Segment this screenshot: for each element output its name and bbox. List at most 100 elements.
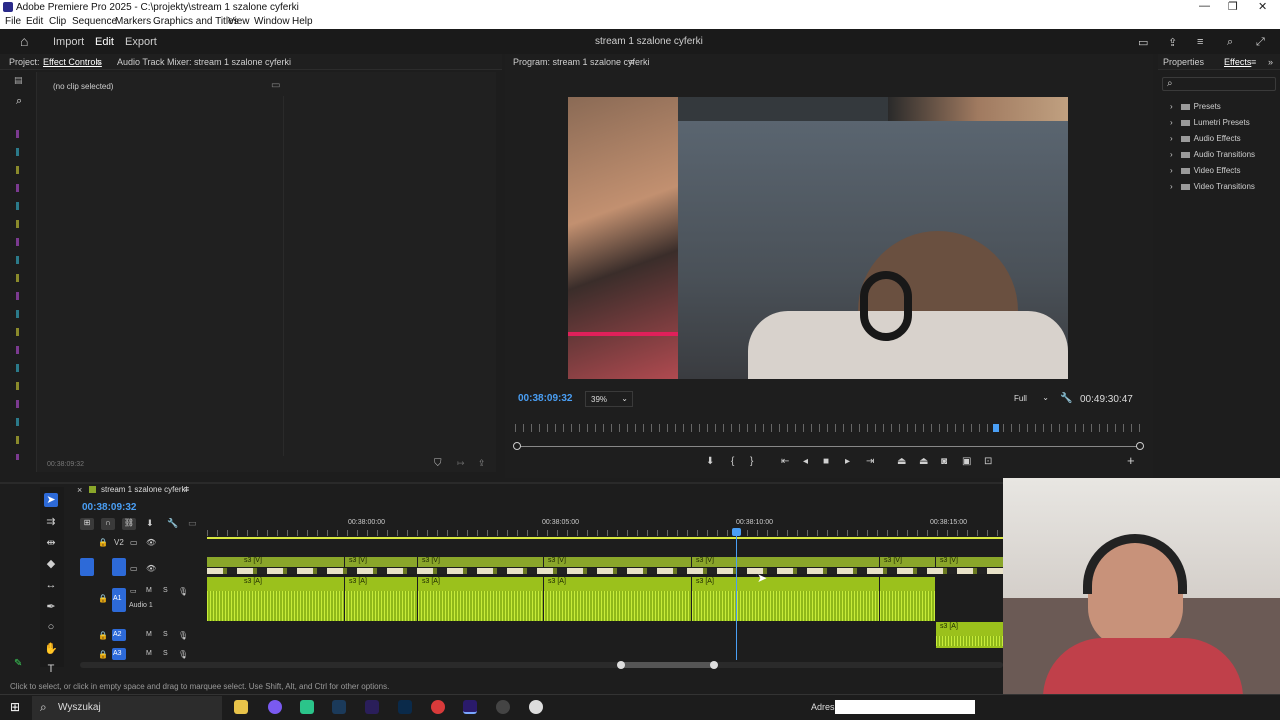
mark-out-icon[interactable]: } xyxy=(750,456,753,467)
share-icon[interactable]: ⇪ xyxy=(1168,36,1177,49)
video-clip[interactable]: s3 [V] xyxy=(692,557,879,567)
snap-icon[interactable]: ∩ xyxy=(101,518,115,530)
extract-icon[interactable]: ⏏ xyxy=(919,456,928,467)
lock-icon[interactable]: 🔒 xyxy=(98,538,108,547)
menu-view[interactable]: View xyxy=(228,16,250,27)
track-a2-label[interactable]: A2 xyxy=(112,629,126,641)
eye-icon[interactable]: 👁 xyxy=(146,538,156,547)
go-to-out-icon[interactable]: ⇥ xyxy=(866,456,874,467)
hand-tool-icon[interactable]: ✋ xyxy=(44,642,58,656)
panel-menu-icon[interactable]: ≡ xyxy=(184,484,189,494)
program-scrollbar[interactable] xyxy=(515,446,1142,447)
tree-video-transitions[interactable]: › Video Transitions xyxy=(1170,182,1255,191)
scroll-handle-left[interactable] xyxy=(513,442,521,450)
audio-mixer-tab[interactable]: Audio Track Mixer: stream 1 szalone cyfe… xyxy=(117,57,291,67)
camera-icon[interactable]: ◙ xyxy=(941,456,947,467)
selection-tool-icon[interactable]: ➤ xyxy=(44,493,58,507)
pencil-icon[interactable]: ✎ xyxy=(14,658,22,669)
mute-button[interactable]: M xyxy=(146,587,152,594)
steam-icon[interactable] xyxy=(332,700,346,714)
audio-clip-a2[interactable]: s3 [A] xyxy=(936,622,1003,648)
lock-icon[interactable]: 🔒 xyxy=(98,631,108,640)
nest-icon[interactable]: ⊞ xyxy=(80,518,94,530)
mic-icon[interactable]: 🎙 xyxy=(178,587,188,596)
app-icon[interactable] xyxy=(529,700,543,714)
photoshop-icon[interactable] xyxy=(398,700,412,714)
mute-button[interactable]: M xyxy=(146,631,152,638)
app-icon[interactable] xyxy=(300,700,314,714)
mute-button[interactable]: M xyxy=(146,650,152,657)
menu-help[interactable]: Help xyxy=(292,16,313,27)
sync-icon[interactable]: ▭ xyxy=(130,587,137,595)
menu-markers[interactable]: Markers xyxy=(115,16,151,27)
tree-audio-transitions[interactable]: › Audio Transitions xyxy=(1170,150,1255,159)
zoom-select[interactable]: 39% ⌄ xyxy=(585,391,633,407)
filter-icon[interactable]: ⛉ xyxy=(434,458,442,469)
add-button-icon[interactable]: + xyxy=(1127,453,1135,468)
lock-icon[interactable]: 🔒 xyxy=(98,594,108,603)
source-patch-v1[interactable] xyxy=(80,558,94,576)
video-clip[interactable]: s3 [V] xyxy=(345,557,417,567)
compare-icon[interactable]: ▣ xyxy=(962,456,971,467)
menu-window[interactable]: Window xyxy=(254,16,290,27)
solo-button[interactable]: S xyxy=(163,587,168,594)
wrench-icon[interactable]: 🔧 xyxy=(1060,393,1072,404)
menu-edit[interactable]: Edit xyxy=(26,16,43,27)
linked-selection-icon[interactable]: ⛓ xyxy=(122,518,136,530)
timeline-scrollbar-track[interactable] xyxy=(80,662,1003,668)
scroll-handle-right[interactable] xyxy=(710,661,718,669)
audio-clip[interactable]: s3 [A] xyxy=(345,577,417,621)
add-marker-icon[interactable]: ⬇ xyxy=(146,518,154,529)
menu-sequence[interactable]: Sequence xyxy=(72,16,117,27)
mark-in-icon[interactable]: { xyxy=(731,456,734,467)
track-a1-label[interactable]: A1 xyxy=(112,588,126,612)
step-forward-icon[interactable]: ▸ xyxy=(845,456,850,467)
search-icon[interactable]: ⌕ xyxy=(1227,36,1233,49)
tree-audio-effects[interactable]: › Audio Effects xyxy=(1170,134,1241,143)
minimize-button[interactable]: — xyxy=(1199,0,1210,12)
import-tab[interactable]: Import xyxy=(53,36,84,48)
program-playhead[interactable] xyxy=(993,424,999,432)
track-a3-label[interactable]: A3 xyxy=(112,648,126,660)
discord-icon[interactable] xyxy=(268,700,282,714)
ripple-edit-icon[interactable]: ⇹ xyxy=(44,536,58,550)
expand-icon[interactable]: » xyxy=(1268,57,1273,67)
address-input[interactable] xyxy=(835,700,975,714)
workspaces-icon[interactable]: ▭ xyxy=(1138,36,1148,49)
go-to-in-icon[interactable]: ⇤ xyxy=(781,456,789,467)
mic-icon[interactable]: 🎙 xyxy=(178,650,188,659)
work-area-bar[interactable] xyxy=(207,537,1003,539)
timeline-scrollbar-thumb[interactable] xyxy=(621,662,713,668)
browser-icon[interactable] xyxy=(431,700,445,714)
export-tab[interactable]: Export xyxy=(125,36,157,48)
video-clip[interactable]: s3 [V] xyxy=(418,557,543,567)
obs-icon[interactable] xyxy=(496,700,510,714)
add-marker-icon[interactable]: ⬇ xyxy=(706,456,714,467)
close-sequence-icon[interactable]: × xyxy=(77,485,82,495)
tree-lumetri-presets[interactable]: › Lumetri Presets xyxy=(1170,118,1250,127)
menu-graphics[interactable]: Graphics and Titles xyxy=(153,16,239,27)
scroll-handle-left[interactable] xyxy=(617,661,625,669)
step-back-icon[interactable]: ◂ xyxy=(803,456,808,467)
pen-tool-icon[interactable]: ✒ xyxy=(44,600,58,614)
track-v2-label[interactable]: V2 xyxy=(114,538,124,547)
edit-tab[interactable]: Edit xyxy=(95,36,114,48)
mic-icon[interactable]: 🎙 xyxy=(178,631,188,640)
audio-clip[interactable]: s3 [A] xyxy=(207,577,344,621)
quality-select[interactable]: Full ⌄ xyxy=(1010,391,1052,407)
playhead-handle[interactable] xyxy=(732,528,741,536)
settings-icon[interactable]: ⊡ xyxy=(984,456,992,467)
export-frame-icon[interactable]: ↦ xyxy=(457,458,465,469)
slip-tool-icon[interactable]: ↔ xyxy=(44,579,58,593)
panel-menu-icon[interactable]: ≡ xyxy=(629,57,634,67)
folder-icon[interactable]: ▤ xyxy=(14,75,23,86)
timeline-playhead[interactable] xyxy=(736,530,737,660)
menu-clip[interactable]: Clip xyxy=(49,16,66,27)
type-tool-icon[interactable]: T xyxy=(44,663,58,677)
after-effects-icon[interactable] xyxy=(365,700,379,714)
track-select-icon[interactable]: ⇉ xyxy=(44,515,58,529)
effects-tab[interactable]: Effects xyxy=(1224,57,1251,67)
razor-tool-icon[interactable]: ◆ xyxy=(44,557,58,571)
program-ruler[interactable] xyxy=(515,424,1142,432)
timeline-timecode[interactable]: 00:38:09:32 xyxy=(82,502,136,513)
